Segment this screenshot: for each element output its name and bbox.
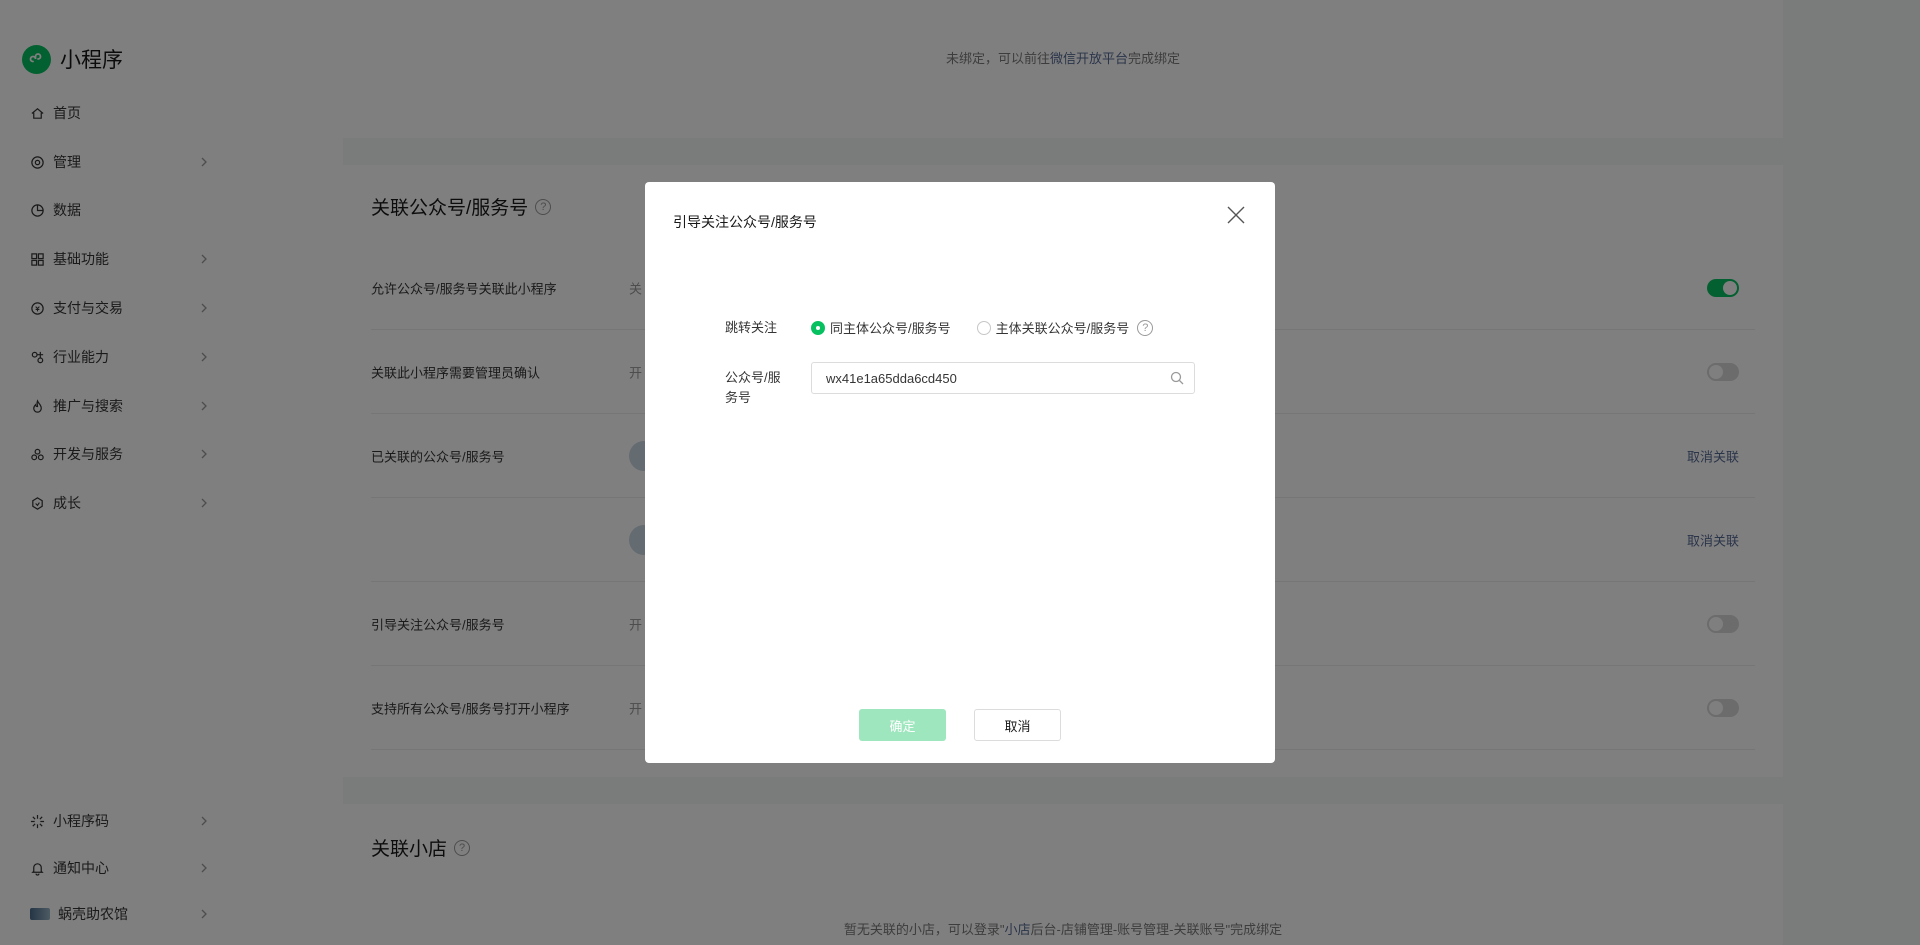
account-label: 公众号/服 务号 [725,368,781,408]
close-button[interactable] [1225,204,1247,226]
search-icon[interactable] [1170,371,1184,385]
jump-follow-label: 跳转关注 [725,320,778,335]
confirm-button[interactable]: 确定 [859,709,946,741]
follow-type-radio-group: 同主体公众号/服务号 主体关联公众号/服务号 ? [811,318,1154,337]
cancel-button[interactable]: 取消 [974,709,1061,741]
radio-related-entity[interactable]: 主体关联公众号/服务号 [976,318,1130,337]
account-search-box [811,362,1195,394]
dialog-title: 引导关注公众号/服务号 [673,214,817,230]
radio-label: 主体关联公众号/服务号 [995,321,1130,336]
guide-follow-dialog: 引导关注公众号/服务号 跳转关注 同主体公众号/服务号 主体关联公众号/服务号 … [645,182,1275,763]
close-icon [1227,206,1245,224]
help-icon[interactable]: ? [1137,319,1154,336]
account-search-input[interactable] [826,363,1156,393]
radio-label: 同主体公众号/服务号 [830,321,951,336]
radio-unchecked-icon [976,320,991,335]
radio-checked-icon [811,320,825,335]
radio-same-entity[interactable]: 同主体公众号/服务号 [811,318,951,337]
account-label-line2: 务号 [725,390,752,405]
account-label-line1: 公众号/服 [725,370,781,385]
